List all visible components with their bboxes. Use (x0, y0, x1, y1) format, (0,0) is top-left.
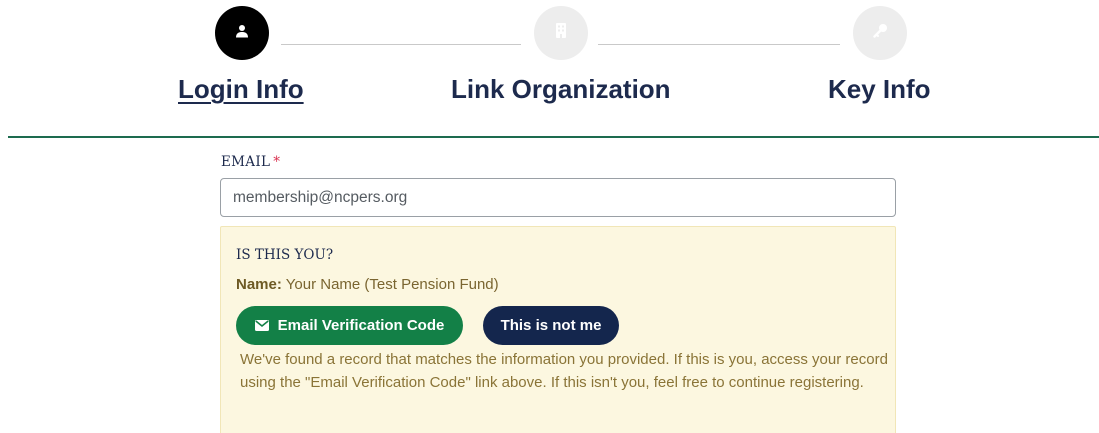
required-marker: * (273, 154, 281, 170)
step-label-key-info[interactable]: Key Info (828, 74, 931, 105)
email-label-text: EMAIL (221, 154, 271, 170)
email-label: EMAIL * (221, 154, 280, 170)
section-divider (8, 136, 1099, 138)
user-icon (235, 24, 249, 43)
matched-name: Name: Your Name (Test Pension Fund) (236, 276, 499, 293)
step-circle-key-info[interactable] (853, 6, 907, 60)
building-icon (555, 23, 567, 43)
step-connector (598, 44, 840, 45)
email-verification-code-label: Email Verification Code (277, 317, 445, 334)
key-icon (872, 23, 888, 43)
step-label-login-info[interactable]: Login Info (178, 74, 304, 105)
alert-title: IS THIS YOU? (236, 247, 334, 263)
alert-message: We've found a record that matches the in… (240, 351, 888, 391)
matched-name-value: Your Name (Test Pension Fund) (281, 276, 499, 293)
not-me-label: This is not me (500, 317, 602, 334)
step-circle-login-info[interactable] (215, 6, 269, 60)
existing-record-alert: IS THIS YOU? Name: Your Name (Test Pensi… (220, 226, 896, 433)
envelope-icon (254, 320, 269, 331)
step-connector (281, 44, 521, 45)
step-circle-link-organization[interactable] (534, 6, 588, 60)
email-input[interactable] (220, 178, 896, 217)
not-me-button[interactable]: This is not me (483, 306, 619, 345)
email-verification-code-button[interactable]: Email Verification Code (236, 306, 463, 345)
step-label-link-organization[interactable]: Link Organization (451, 74, 671, 105)
matched-name-label: Name: (236, 276, 282, 293)
